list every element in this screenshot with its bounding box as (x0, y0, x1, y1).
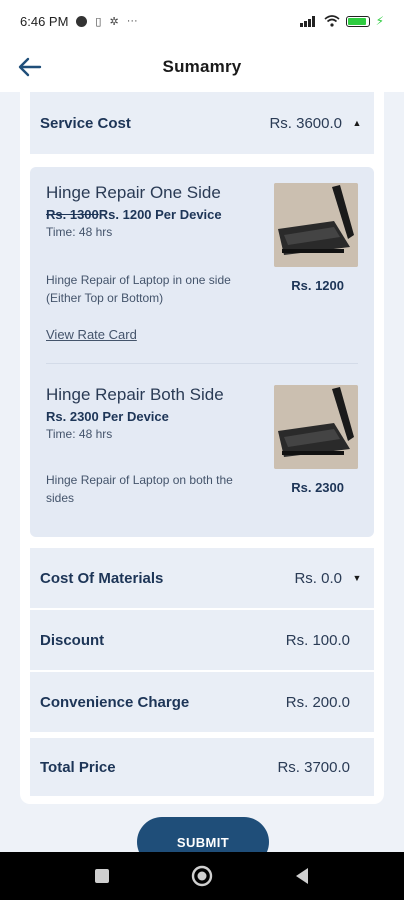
laptop-thumbnail (274, 183, 358, 267)
arrow-left-icon (18, 57, 42, 77)
total-value: Rs. 3700.0 (277, 758, 350, 776)
nav-back-button[interactable] (287, 861, 317, 891)
recents-button[interactable] (87, 861, 117, 891)
item-price: Rs. 2300 Per Device (46, 409, 169, 424)
status-time: 6:46 PM (20, 13, 69, 29)
charging-icon: ⚡ (375, 14, 384, 28)
app-bar: Sumamry (0, 42, 404, 92)
more-icon: ··· (126, 15, 138, 27)
item-total: Rs. 2300 (291, 480, 344, 495)
page-title: Sumamry (162, 57, 242, 76)
convenience-value: Rs. 200.0 (285, 693, 350, 711)
messenger-icon (76, 15, 88, 27)
item-price: Rs. 1200 Per Device (98, 207, 222, 222)
convenience-row: Convenience Charge Rs. 200.0 (30, 672, 374, 732)
item-old-price: Rs. 1300 (46, 207, 99, 222)
gear-icon: ✲ (109, 15, 119, 28)
signal-icon (299, 16, 315, 27)
laptop-thumbnail (274, 385, 358, 469)
summary-card: Service Cost Rs. 3600.0 ▲ Hinge Repair O… (20, 92, 384, 804)
discount-value: Rs. 100.0 (285, 631, 350, 649)
back-button[interactable] (14, 52, 46, 82)
status-bar: 6:46 PM ▯ ✲ ··· ⚡ (0, 0, 404, 42)
service-cost-row[interactable]: Service Cost Rs. 3600.0 ▲ (30, 92, 374, 154)
item-divider (46, 363, 358, 364)
battery-icon (345, 15, 370, 27)
total-label: Total Price (40, 758, 116, 776)
caret-up-icon[interactable]: ▲ (350, 118, 364, 128)
materials-row[interactable]: Cost Of Materials Rs. 0.0 ▼ (30, 548, 374, 608)
discount-row: Discount Rs. 100.0 (30, 610, 374, 670)
view-rate-card-link[interactable]: View Rate Card (46, 327, 137, 342)
item-description: Hinge Repair of Laptop on both the sides (46, 473, 233, 505)
sim-icon: ▯ (95, 15, 102, 28)
back-triangle-icon (296, 868, 308, 884)
discount-label: Discount (40, 631, 105, 649)
service-items-panel: Hinge Repair One Side Rs. 1300Rs. 1200 P… (30, 167, 374, 537)
system-nav-bar (0, 852, 404, 900)
item-total: Rs. 1200 (291, 278, 344, 293)
home-button[interactable] (187, 861, 217, 891)
item-description: Hinge Repair of Laptop in one side (Eith… (46, 273, 231, 305)
caret-down-icon[interactable]: ▼ (350, 573, 364, 583)
total-row: Total Price Rs. 3700.0 (30, 738, 374, 796)
service-cost-label: Service Cost (40, 114, 131, 132)
recents-square-icon (95, 869, 109, 883)
convenience-label: Convenience Charge (40, 693, 190, 711)
materials-label: Cost Of Materials (40, 569, 164, 587)
service-cost-value: Rs. 3600.0 (269, 114, 342, 132)
home-circle-icon (191, 865, 213, 887)
materials-value: Rs. 0.0 (294, 569, 342, 587)
wifi-icon (324, 15, 340, 27)
service-item: Hinge Repair One Side Rs. 1300Rs. 1200 P… (46, 183, 358, 343)
service-item: Hinge Repair Both Side Rs. 2300 Per Devi… (46, 385, 358, 505)
